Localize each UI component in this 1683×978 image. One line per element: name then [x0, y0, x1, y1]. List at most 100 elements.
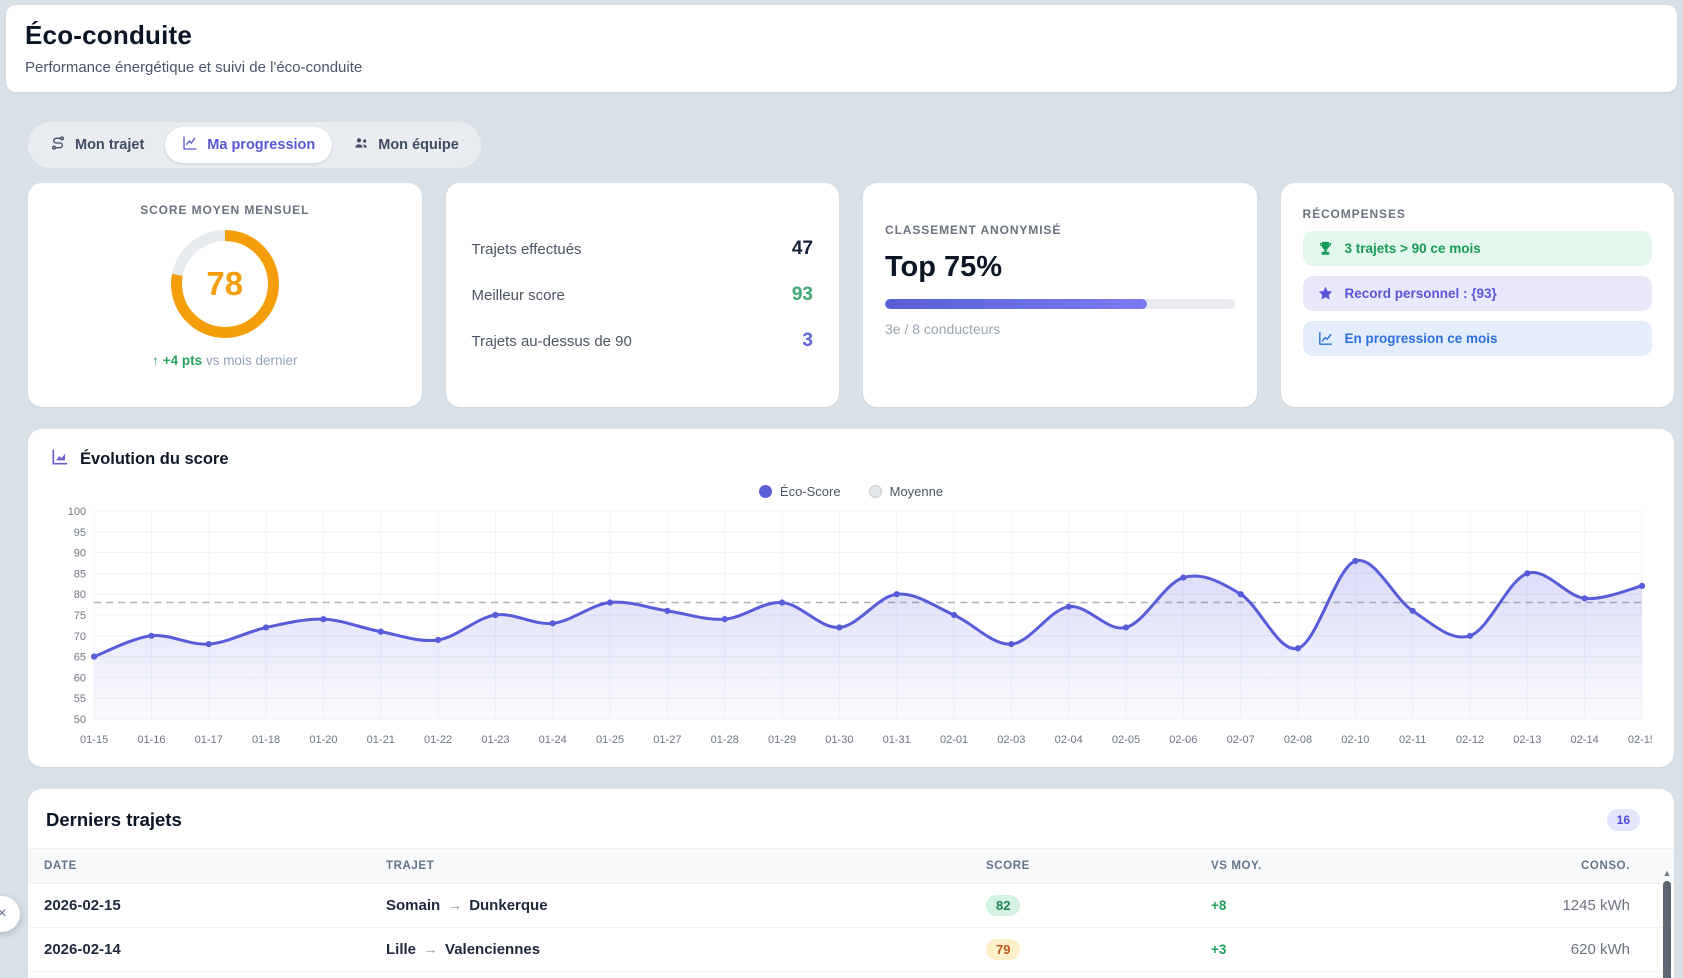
- star-icon: [1317, 285, 1334, 302]
- chart-point: [1467, 633, 1473, 639]
- score-delta-value: +4 pts: [163, 353, 202, 368]
- scrollbar-thumb[interactable]: [1663, 881, 1671, 978]
- consumption: 1245 kWh: [1531, 897, 1630, 914]
- chart-point: [722, 616, 728, 622]
- card-ranking-label: CLASSEMENT ANONYMISÉ: [885, 223, 1235, 237]
- svg-text:75: 75: [74, 610, 86, 622]
- arrow-up-icon: ↑: [152, 353, 159, 368]
- legend-dot: [869, 485, 882, 498]
- trip-date: 2026-02-15: [44, 897, 386, 914]
- svg-text:01-15: 01-15: [80, 734, 108, 746]
- line-chart-icon: [182, 135, 198, 155]
- area-chart-icon: [50, 447, 70, 472]
- stat-value: 47: [792, 238, 813, 260]
- trip-date: 2026-02-14: [44, 941, 386, 958]
- tab-ma-progression[interactable]: Ma progression: [165, 127, 332, 163]
- svg-text:02-01: 02-01: [940, 734, 968, 746]
- chart-point: [1123, 624, 1129, 630]
- page-title: Éco-conduite: [25, 20, 1653, 51]
- reward-text: Record personnel : {93}: [1345, 286, 1497, 301]
- view-tabs: Mon trajet Ma progression Mon équipe: [28, 122, 481, 168]
- scrollbar-up-icon[interactable]: ▲: [1663, 867, 1672, 879]
- svg-text:01-24: 01-24: [539, 734, 567, 746]
- card-trip-stats: Trajets effectués 47 Meilleur score 93 T…: [446, 183, 840, 407]
- table-row[interactable]: 2026-02-15 Somain→Dunkerque 82 +8 1245 k…: [28, 884, 1674, 928]
- route-arrow-icon: →: [440, 897, 469, 914]
- svg-text:90: 90: [74, 548, 86, 560]
- stat-value: 3: [802, 330, 813, 352]
- svg-text:02-07: 02-07: [1227, 734, 1255, 746]
- chart-legend: Éco-Score Moyenne: [50, 484, 1652, 499]
- chart-point: [1582, 595, 1588, 601]
- stat-label: Meilleur score: [472, 287, 565, 304]
- table-row[interactable]: 2026-02-14 Lille→Valenciennes 79 +3 620 …: [28, 928, 1674, 972]
- page-subtitle: Performance énergétique et suivi de l'éc…: [25, 59, 1653, 76]
- svg-text:02-11: 02-11: [1399, 734, 1426, 746]
- reward-pill: Record personnel : {93}: [1303, 276, 1653, 311]
- svg-text:01-25: 01-25: [596, 734, 624, 746]
- card-monthly-score-label: SCORE MOYEN MENSUEL: [140, 203, 309, 217]
- recent-trips-card: Derniers trajets 16 DATETRAJETSCOREVS MO…: [28, 789, 1674, 978]
- chart-point: [607, 599, 613, 605]
- svg-text:02-05: 02-05: [1112, 734, 1140, 746]
- svg-text:02-15: 02-15: [1628, 734, 1652, 746]
- chart-title: Évolution du score: [80, 450, 229, 469]
- chart-point: [320, 616, 326, 622]
- score-badge: 79: [986, 939, 1020, 960]
- chart-point: [1238, 591, 1244, 597]
- trip-route: Somain→Dunkerque: [386, 897, 986, 914]
- svg-text:02-08: 02-08: [1284, 734, 1312, 746]
- trend-icon: [1317, 330, 1334, 347]
- ranking-progressbar: [885, 299, 1235, 309]
- score-evolution-card: Évolution du score Éco-Score Moyenne 505…: [28, 429, 1674, 767]
- trip-count-badge: 16: [1607, 809, 1640, 831]
- column-header-vs-moy-: VS MOY.: [1211, 860, 1531, 872]
- svg-text:01-29: 01-29: [768, 734, 796, 746]
- stat-row: Trajets effectués 47: [472, 238, 814, 260]
- vs-average: +8: [1211, 898, 1531, 913]
- chart-point: [779, 599, 785, 605]
- table-scrollbar: ▲: [1662, 867, 1672, 978]
- svg-text:02-06: 02-06: [1169, 734, 1197, 746]
- chart-point: [206, 641, 212, 647]
- svg-text:100: 100: [68, 506, 86, 518]
- chart-point: [550, 620, 556, 626]
- reward-text: 3 trajets > 90 ce mois: [1345, 241, 1481, 256]
- legend-item--co-score[interactable]: Éco-Score: [759, 484, 841, 499]
- column-header-score: SCORE: [986, 860, 1211, 872]
- svg-text:60: 60: [74, 672, 86, 684]
- svg-text:01-31: 01-31: [883, 734, 911, 746]
- vs-average: +3: [1211, 942, 1531, 957]
- svg-text:01-30: 01-30: [825, 734, 853, 746]
- chart-point: [1524, 570, 1530, 576]
- score-delta-suffix: vs mois dernier: [206, 353, 298, 368]
- route-arrow-icon: →: [416, 941, 445, 958]
- chart-point: [894, 591, 900, 597]
- card-rewards: RÉCOMPENSES 3 trajets > 90 ce mois Recor…: [1281, 183, 1675, 407]
- svg-text:70: 70: [74, 631, 86, 643]
- chart-point: [148, 633, 154, 639]
- reward-text: En progression ce mois: [1345, 331, 1498, 346]
- card-rewards-label: RÉCOMPENSES: [1303, 207, 1653, 221]
- chart-point: [1352, 558, 1358, 564]
- team-icon: [353, 135, 369, 155]
- chart-point: [664, 608, 670, 614]
- svg-text:01-20: 01-20: [309, 734, 337, 746]
- ranking-headline: Top 75%: [885, 251, 1235, 284]
- svg-text:02-14: 02-14: [1571, 734, 1599, 746]
- svg-text:85: 85: [74, 568, 86, 580]
- consumption: 620 kWh: [1531, 941, 1630, 958]
- chart-point: [1180, 574, 1186, 580]
- legend-item-moyenne[interactable]: Moyenne: [869, 484, 943, 499]
- svg-text:50: 50: [74, 714, 86, 726]
- tab-mon-equipe[interactable]: Mon équipe: [336, 127, 476, 163]
- route-icon: [50, 135, 66, 155]
- stat-row: Meilleur score 93: [472, 284, 814, 306]
- chart-point: [836, 624, 842, 630]
- ranking-footnote: 3e / 8 conducteurs: [885, 321, 1235, 337]
- score-delta: ↑ +4 pts vs mois dernier: [152, 353, 297, 368]
- ranking-progressbar-fill: [885, 299, 1147, 309]
- tab-mon-trajet[interactable]: Mon trajet: [33, 127, 161, 163]
- card-monthly-score: SCORE MOYEN MENSUEL 78 ↑+4 pts vs mois d…: [28, 183, 422, 407]
- reward-pill: 3 trajets > 90 ce mois: [1303, 231, 1653, 266]
